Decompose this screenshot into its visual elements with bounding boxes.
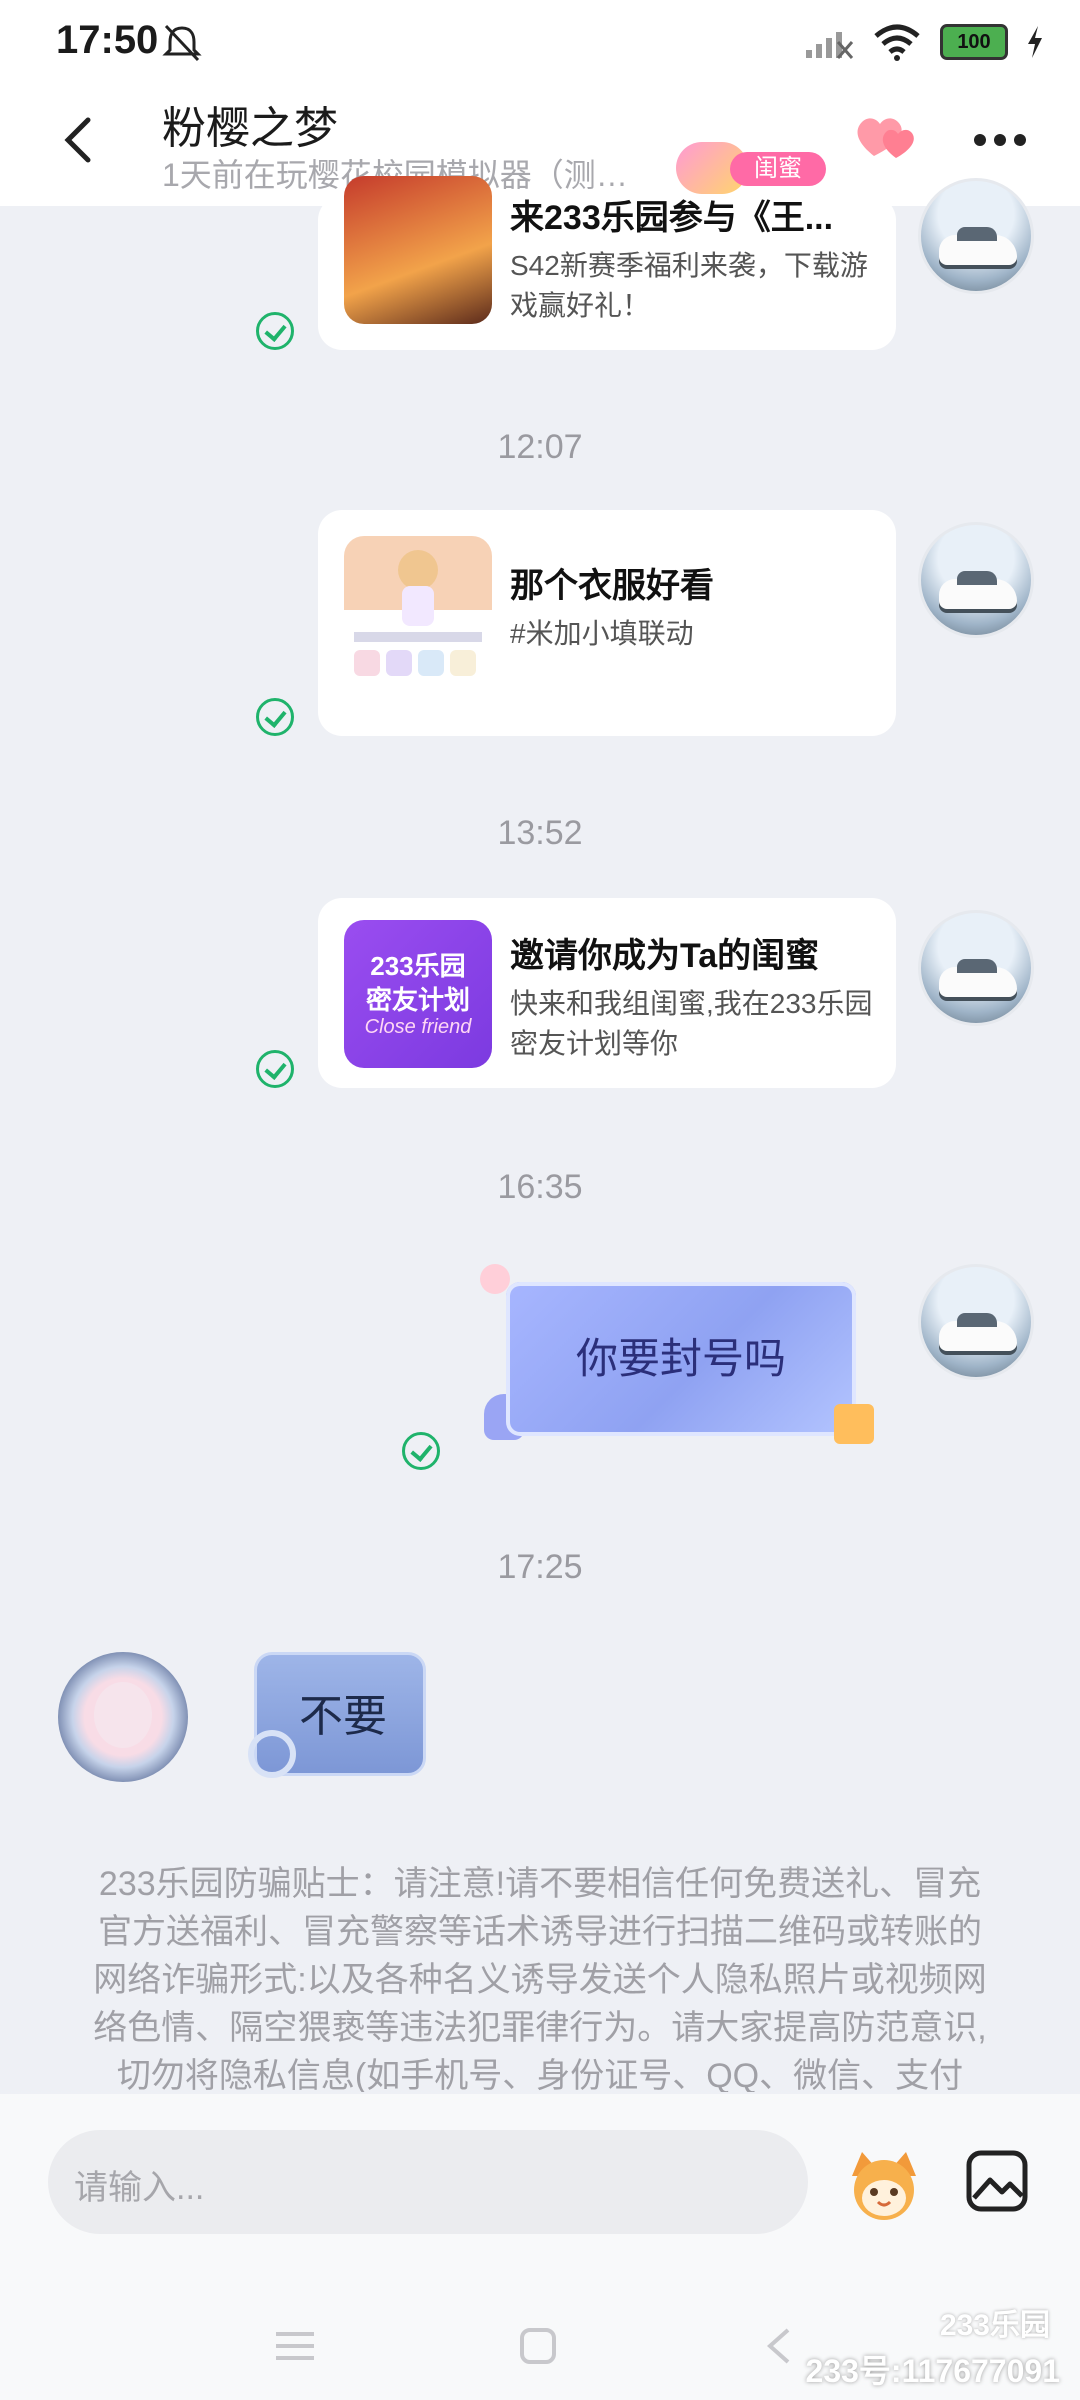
read-check-icon (256, 698, 294, 736)
read-check-icon (256, 1050, 294, 1088)
outfit-share-card[interactable]: 那个衣服好看 #米加小填联动 (318, 510, 896, 736)
status-bar: 17:50 100 (0, 0, 1080, 86)
read-check-icon (256, 312, 294, 350)
watermark-id: 233号:117677091 (805, 2353, 1060, 2389)
status-time: 17:50 (56, 18, 159, 62)
card-description: 快来和我组闺蜜,我在233乐园密友计划等你 (510, 988, 873, 1059)
heart-icon[interactable] (852, 106, 924, 166)
status-icons: 100 (804, 22, 1044, 62)
game-thumbnail (344, 176, 492, 324)
watermark-logo: 233乐园 (939, 2309, 1050, 2342)
time-divider: 16:35 (497, 1168, 583, 1206)
card-title: 来233乐园参与《王... (510, 199, 834, 237)
relation-tag: 闺蜜 (730, 152, 826, 186)
time-divider: 17:25 (497, 1548, 583, 1586)
contact-avatar[interactable] (58, 1652, 188, 1782)
my-avatar[interactable] (918, 910, 1034, 1026)
my-avatar[interactable] (918, 1264, 1034, 1380)
card-title: 那个衣服好看 (510, 567, 714, 605)
thumb-line-1: 233乐园 (370, 951, 466, 981)
cake-decoration-icon (834, 1404, 874, 1444)
relation-badge[interactable]: 闺蜜 (676, 142, 828, 194)
my-avatar[interactable] (918, 178, 1034, 294)
card-title: 邀请你成为Ta的闺蜜 (510, 937, 820, 975)
signal-icon (806, 32, 854, 59)
sticker-message-bubble[interactable]: 你要封号吗 (506, 1282, 856, 1436)
outfit-thumbnail (344, 536, 492, 684)
menu-nav-icon[interactable] (270, 2326, 320, 2366)
message-text: 你要封号吗 (575, 1335, 786, 1382)
my-avatar[interactable] (918, 522, 1034, 638)
time-divider: 13:52 (497, 814, 583, 852)
back-arrow-icon[interactable] (52, 110, 112, 170)
game-share-card[interactable]: 来233乐园参与《王... S42新赛季福利来袭，下载游戏赢好礼！ (318, 176, 896, 350)
thumb-line-3: Close friend (364, 1016, 472, 1038)
thumb-line-2: 密友计划 (365, 985, 470, 1015)
more-icon[interactable] (970, 120, 1030, 160)
friend-invite-card[interactable]: 233乐园 密友计划 Close friend 邀请你成为Ta的闺蜜 快来和我组… (318, 898, 896, 1088)
time-divider: 12:07 (497, 428, 583, 466)
message-input[interactable]: 请输入... (48, 2130, 808, 2234)
card-description: S42新赛季福利来袭，下载游戏赢好礼！ (510, 250, 868, 321)
back-nav-icon[interactable] (760, 2326, 800, 2366)
bubble-ring-decoration-icon (248, 1730, 296, 1778)
read-check-icon (402, 1432, 440, 1470)
chat-header: 粉樱之梦 1天前在玩樱花校园模拟器（测试... 闺蜜 (0, 86, 1080, 206)
card-description: #米加小填联动 (510, 618, 694, 649)
anti-fraud-notice: 233乐园防骗贴士：请注意!请不要相信任何免费送礼、冒充官方送福利、冒充警察等话… (93, 1865, 987, 2092)
home-nav-icon[interactable] (518, 2326, 558, 2366)
wifi-icon (874, 24, 920, 61)
charging-icon (1028, 26, 1042, 58)
emoji-icon[interactable] (842, 2146, 926, 2226)
battery-icon: 100 (940, 24, 1008, 60)
contact-name[interactable]: 粉樱之梦 (162, 92, 338, 156)
mute-bell-icon (162, 24, 202, 62)
image-icon[interactable] (966, 2150, 1028, 2212)
invite-thumbnail: 233乐园 密友计划 Close friend (344, 920, 492, 1068)
input-placeholder: 请输入... (74, 2169, 205, 2207)
